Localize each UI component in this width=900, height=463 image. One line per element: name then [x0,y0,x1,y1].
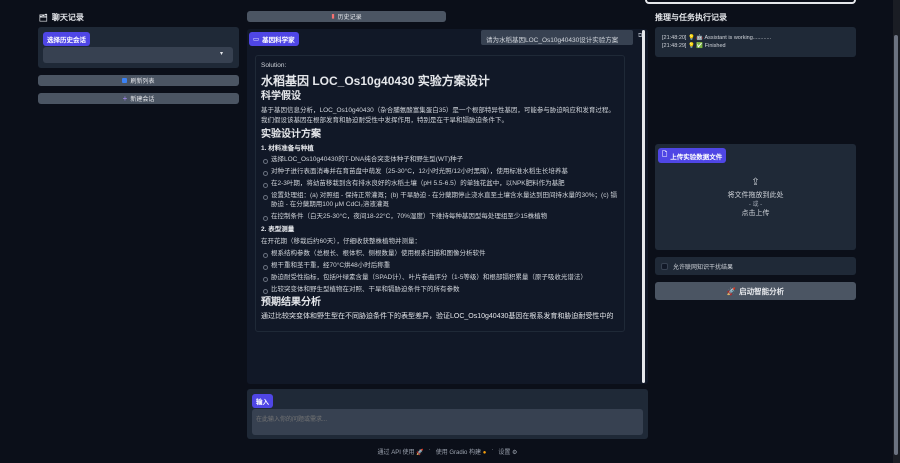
input-panel: 输入 [247,389,648,439]
message-input[interactable] [252,409,643,435]
upload-panel[interactable]: 🗋 上传实验数据文件 ⇪ 将文件拖放到此处 - 或 - 点击上传 [655,144,856,250]
input-label: 输入 [252,394,273,408]
dropzone[interactable]: ⇪ 将文件拖放到此处 - 或 - 点击上传 [655,176,856,219]
history-dropdown[interactable]: ▾ [43,47,233,63]
chatbot-panel: ▭ 基因科学家 请为水稻基因LOC_Os10g40430设计实验方案 ⧉ Solu… [247,29,648,384]
log-entry: [21:48:29] 💡 ✅ Finished [662,42,726,49]
footer: 通过 API 使用 🚀 · 使用 Gradio 构建 ● · 设置 ⚙ [247,447,648,456]
history-select-panel: 选择历史会话 ▾ [38,27,239,68]
chevron-down-icon: ▾ [219,51,223,57]
chat-bubbles-icon: 🗂 [39,14,48,22]
answer-prefix: Solution: [261,62,287,69]
log-entry: [21:48:20] 💡 🤖 Assistant is working.....… [662,35,772,41]
heading-phenotype: 2. 表型测量 [261,225,295,233]
drop-text: 将文件拖放到此处 [727,191,784,199]
expected-text: 通过比较突变体和野生型在不同胁迫条件下的表型差异，验证LOC_Os10g4043… [261,313,614,321]
rocket-icon: 🚀 [416,450,424,456]
heading-design: 实验设计方案 [261,128,321,140]
start-analysis-button[interactable]: 🚀 启动智能分析 [655,282,856,300]
phenotype-list: 根系结构参数（总根长、根体积、侧根数量）使用根系扫描和图像分析软件 根干重和茎干… [261,249,619,294]
heading-expected: 预期结果分析 [261,297,321,309]
list-item: 对种子进行表面消毒并在育苗盘中萌发（25-30°C，12小时光照/12小时黑暗）… [261,167,619,177]
web-knowledge-option: 允许联网知识干扰结果 [655,257,856,275]
gradio-link[interactable]: 使用 Gradio 构建 ● [436,447,487,456]
list-item: 胁迫耐受性指标，包括叶绿素含量（SPAD计）、叶片卷曲评分（1-5等级）和根部镉… [261,273,619,283]
click-upload-text: 点击上传 [741,210,770,218]
chat-icon: ▭ [253,36,260,43]
settings-link[interactable]: 设置 ⚙ [498,447,517,456]
user-message: 请为水稻基因LOC_Os10g40430设计实验方案 [481,30,633,45]
list-item: 选择LOC_Os10g40430的T-DNA纯合突变体种子和野生型(WT)种子 [261,155,619,165]
clipboard-icon: ▮ [331,14,335,20]
new-chat-button[interactable]: + 新建会话 [38,93,239,104]
list-item: 比较突变体和野生型植物在对照、干旱和镉胁迫条件下的所有参数 [261,285,619,295]
select-history-label: 选择历史会话 [43,32,90,46]
api-link[interactable]: 通过 API 使用 🚀 [378,447,424,456]
check-icon: ✅ [696,42,704,49]
refresh-list-button[interactable]: 刷新列表 [38,75,239,86]
bulb-icon: 💡 [688,42,695,49]
footer-separator: · [491,447,494,453]
list-item: 设置处理组：(a) 对照组 - 保持正常灌溉；(b) 干旱胁迫 - 在分蘖期停止… [261,191,619,211]
list-item: 根系结构参数（总根长、根体积、侧根数量）使用根系扫描和图像分析软件 [261,249,619,259]
bot-message: Solution: 水稻基因 LOC_Os10g40430 实验方案设计 科学假… [255,55,625,332]
footer-separator: · [428,447,431,453]
rocket-icon: 🚀 [726,286,737,296]
log-panel: [21:48:20] 💡 🤖 Assistant is working.....… [655,27,856,57]
hypothesis-text: 基于基因信息分析，LOC_Os10g40430（杂合脯氨酸富集蛋白35）是一个根… [261,107,615,124]
bulb-icon: 💡 [688,35,695,41]
list-item: 在控制条件（白天25-30°C，夜间18-22°C，70%湿度）下维持每种基因型… [261,212,619,222]
refresh-icon [122,78,128,83]
list-item: 在2-3叶期，将幼苗移栽到含有排水良好的水稻土壤（pH 5.5-6.5）的单独花… [261,179,619,189]
upload-icon: ⇪ [751,177,760,188]
history-button[interactable]: ▮ 历史记录 [247,11,446,22]
robot-icon: 🤖 [696,35,704,41]
or-text: - 或 - [748,201,763,208]
chat-scrollbar[interactable] [642,30,645,383]
top-box [645,0,856,4]
plus-icon: + [122,94,128,103]
list-item: 根干重和茎干重，经70°C烘48小时后称重 [261,261,619,271]
answer-title: 水稻基因 LOC_Os10g40430 实验方案设计 [261,73,490,88]
heading-hypothesis: 科学假设 [261,91,301,103]
web-knowledge-checkbox[interactable] [661,262,668,270]
heading-materials: 1. 材料准备与种植 [261,144,314,152]
file-icon: 🗋 [662,151,668,158]
bot-label: ▭ 基因科学家 [249,32,299,46]
phenotype-intro: 在开花期（移栽后约60天），仔细收获整株植物并测量： [261,237,421,245]
sidebar-title: 🗂 聊天记录 [39,13,84,22]
materials-list: 选择LOC_Os10g40430的T-DNA纯合突变体种子和野生型(WT)种子 … [261,155,619,222]
gradio-logo-icon: ● [482,450,487,456]
page-scrollbar-thumb[interactable] [894,35,898,455]
log-title: 推理与任务执行记录 [655,13,727,22]
upload-label: 🗋 上传实验数据文件 [658,148,727,163]
page-scrollbar-track [893,0,900,463]
gear-icon: ⚙ [512,450,518,456]
